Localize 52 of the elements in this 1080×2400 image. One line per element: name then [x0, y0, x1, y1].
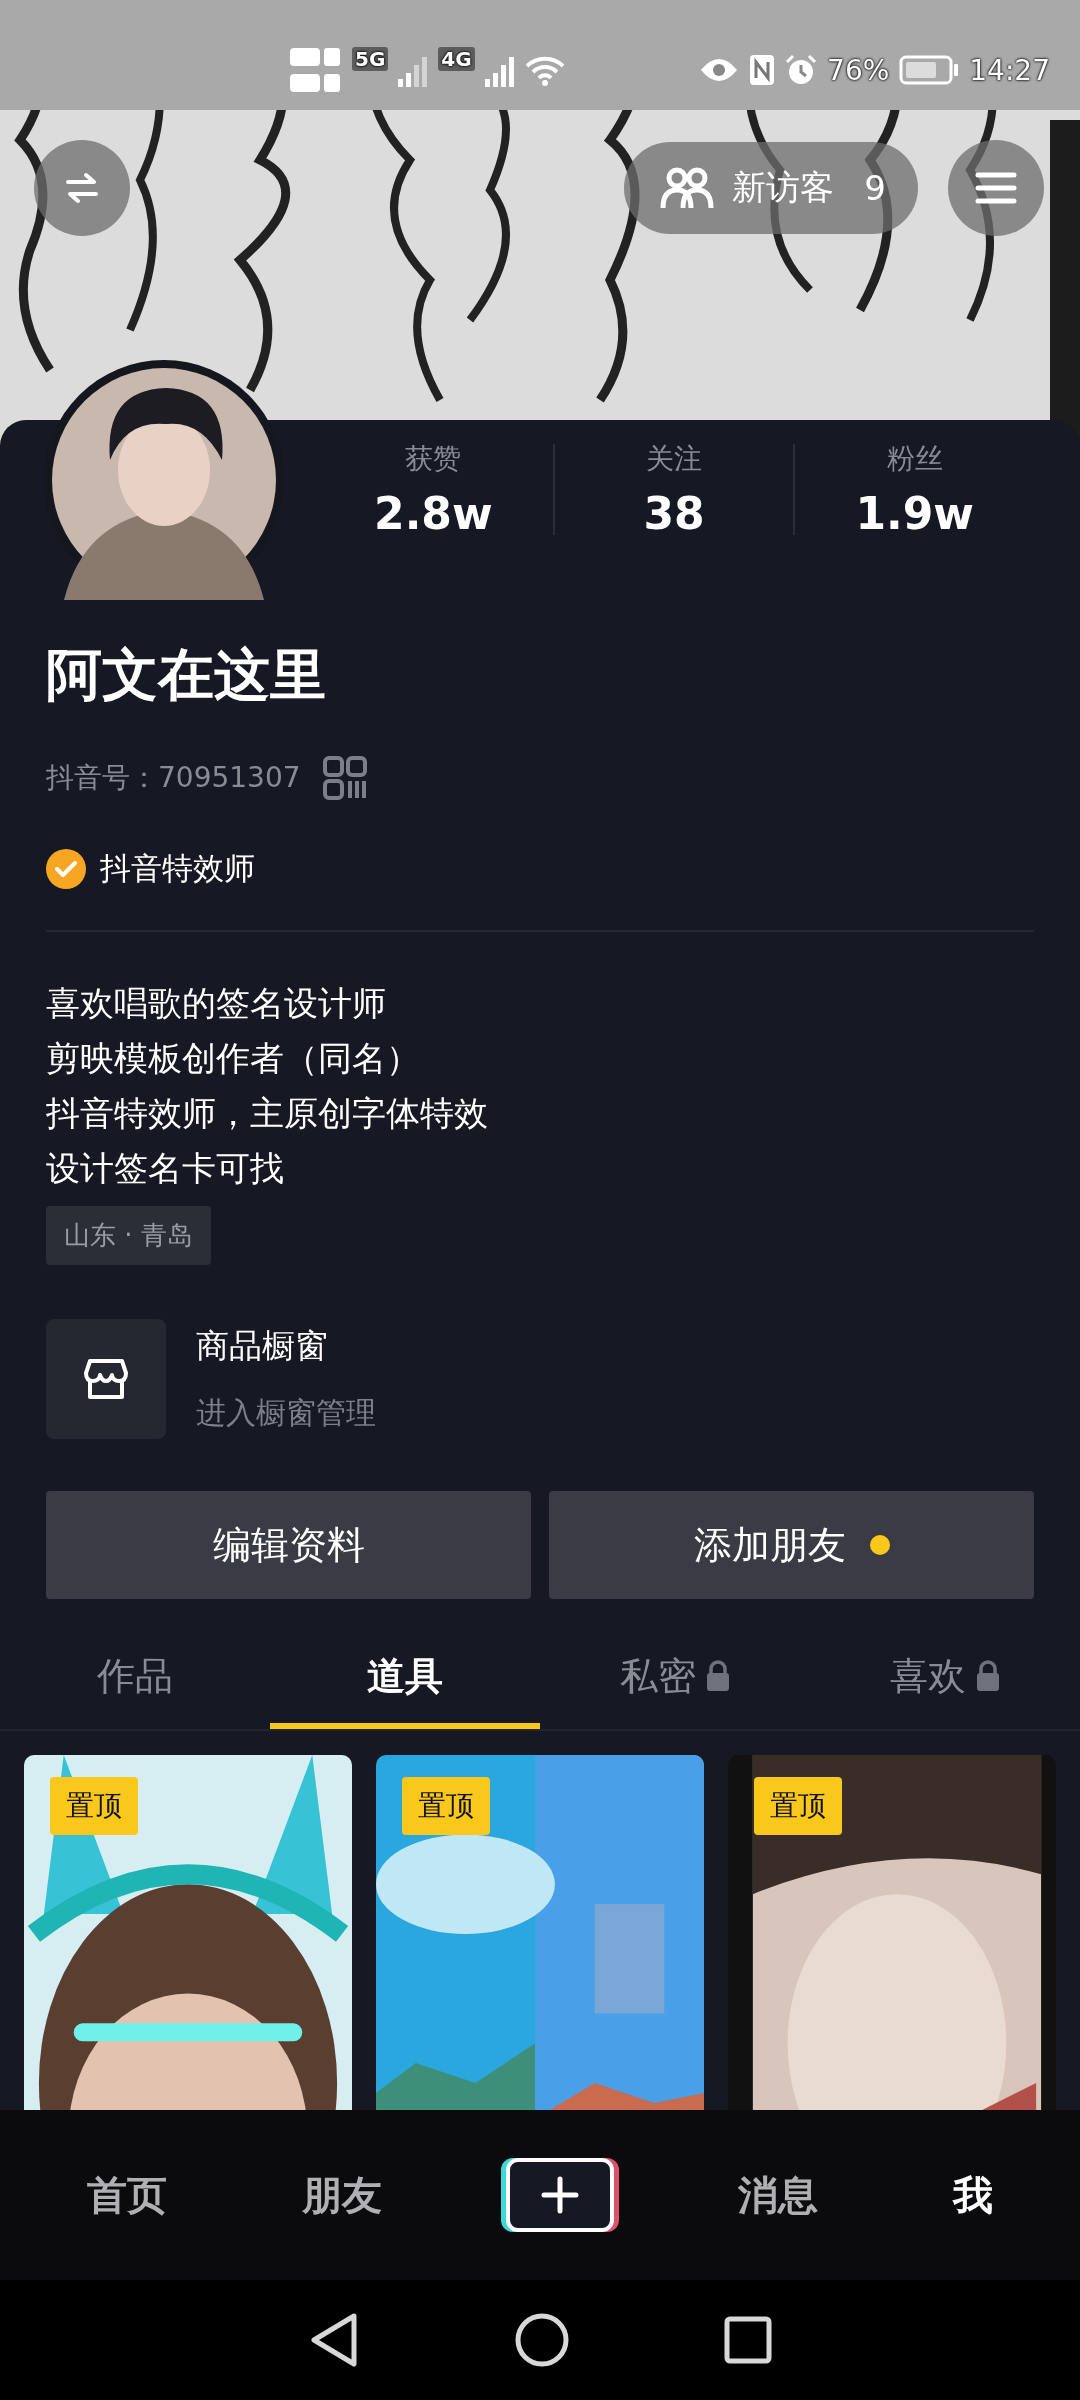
bio-line: 设计签名卡可找 [46, 1147, 285, 1190]
username: 阿文在这里 [46, 641, 327, 709]
bio-line: 抖音特效师，主原创字体特效 [46, 1092, 489, 1135]
nav-item[interactable]: 朋友 [291, 2157, 392, 2233]
nav-item[interactable]: 首页 [77, 2157, 178, 2233]
stat-value[interactable]: 2.8w [374, 488, 493, 539]
plus-icon [539, 2175, 580, 2215]
shop-title: 商品橱窗 [196, 1325, 329, 1367]
pinned-badge: 置顶 [754, 1777, 842, 1835]
home-icon[interactable] [515, 2313, 569, 2367]
stat-value[interactable]: 38 [643, 488, 705, 539]
tab[interactable]: 喜欢 [810, 1629, 1080, 1729]
network-type: 5G [352, 47, 389, 71]
shop-entry[interactable]: 商品橱窗 进入橱窗管理 [46, 1319, 1034, 1439]
video-tile[interactable]: 置顶 [728, 1755, 1056, 2110]
tab[interactable]: 作品 [0, 1629, 270, 1729]
nav-item[interactable]: 我 [942, 2157, 1003, 2233]
location-tag: 山东 · 青岛 [46, 1206, 211, 1265]
nfc-icon [749, 54, 776, 86]
video-tile[interactable]: 置顶 [24, 1755, 352, 2110]
tab[interactable]: 私密 [540, 1629, 810, 1729]
pinned-badge: 置顶 [402, 1777, 490, 1835]
stat-label: 粉丝 [886, 441, 943, 477]
people-icon [660, 166, 715, 210]
user-id: 抖音号：70951307 [46, 760, 301, 796]
nav-item[interactable]: 消息 [728, 2157, 829, 2233]
menu-icon [974, 170, 1018, 206]
stat-label: 关注 [646, 441, 702, 477]
recents-icon[interactable] [724, 2316, 773, 2364]
action-button[interactable]: 添加朋友 [549, 1491, 1034, 1599]
network-type: 4G [438, 47, 475, 71]
action-button[interactable]: 编辑资料 [46, 1491, 531, 1599]
battery-percent: 76% [827, 53, 890, 87]
video-tile[interactable]: 置顶 [376, 1755, 704, 2110]
eye-icon [699, 57, 740, 83]
sim-card-icon [290, 73, 342, 93]
shop-subtitle: 进入橱窗管理 [196, 1394, 376, 1432]
wifi-icon [524, 54, 565, 86]
pinned-badge: 置顶 [50, 1777, 138, 1835]
clock: 14:27 [969, 53, 1050, 87]
verified-icon [46, 849, 86, 889]
battery-icon [899, 55, 960, 85]
qr-code-icon[interactable] [322, 756, 367, 800]
alarm-icon [785, 54, 818, 86]
stat-label: 获赞 [405, 441, 462, 477]
stat-value[interactable]: 1.9w [855, 488, 974, 539]
tab[interactable]: 道具 [270, 1629, 540, 1729]
sim-card-icon [290, 47, 342, 67]
verified-title: 抖音特效师 [100, 849, 255, 888]
bio-line: 剪映模板创作者（同名） [46, 1037, 421, 1080]
bio-line: 喜欢唱歌的签名设计师 [46, 982, 387, 1025]
visitors-button[interactable]: 新访客 9 [624, 142, 918, 234]
